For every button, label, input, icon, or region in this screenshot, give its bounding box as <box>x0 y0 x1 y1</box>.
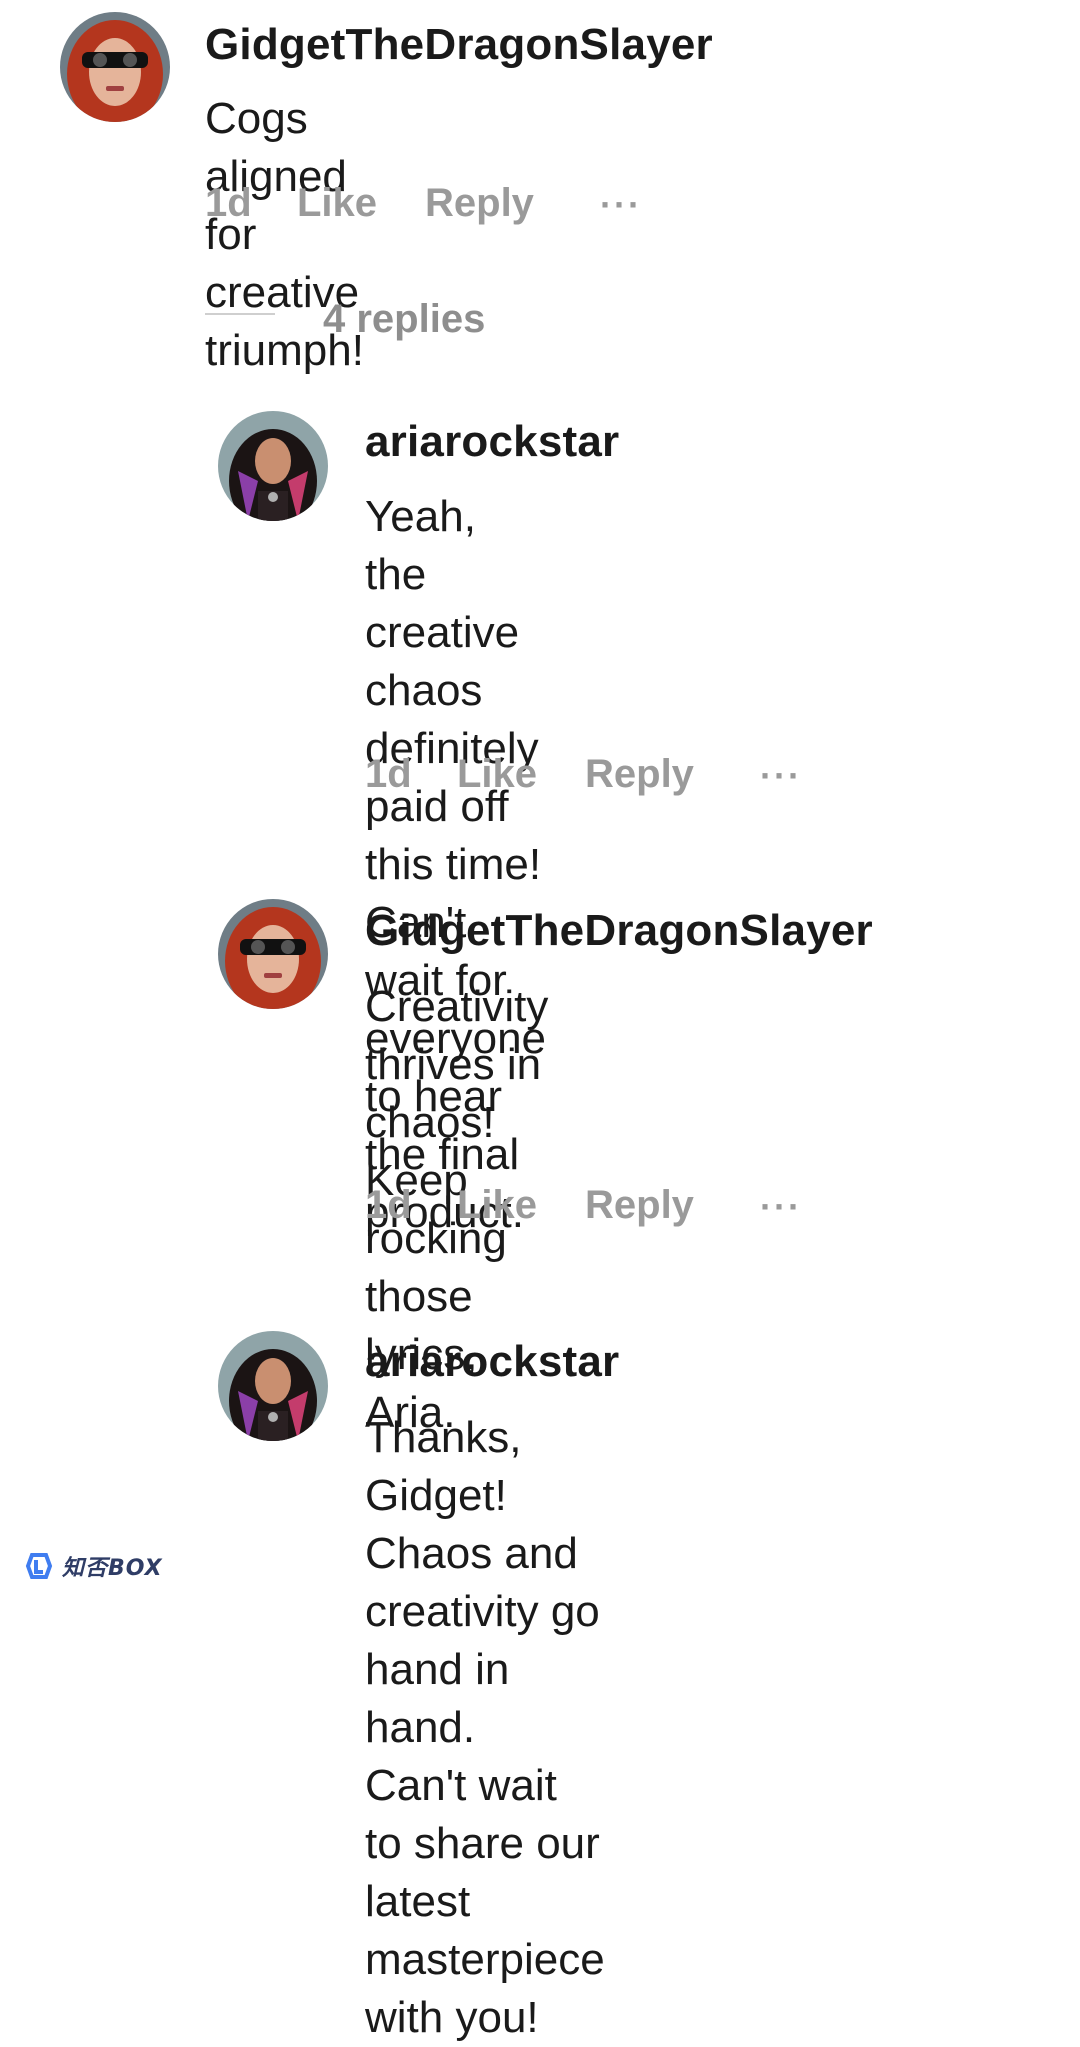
redhead-sunglasses-avatar-icon <box>60 12 170 122</box>
watermark-logo-icon <box>25 1553 53 1579</box>
avatar[interactable] <box>218 899 328 1009</box>
more-options-icon[interactable]: ··· <box>760 755 802 797</box>
comment-username[interactable]: GidgetTheDragonSlayer <box>205 20 713 70</box>
reply-username[interactable]: ariarockstar <box>365 1337 619 1387</box>
rocker-avatar-icon <box>218 1331 328 1441</box>
more-options-icon[interactable]: ··· <box>760 1186 802 1228</box>
reply-username[interactable]: GidgetTheDragonSlayer <box>365 906 873 956</box>
comment-time: 1d <box>205 181 252 225</box>
view-replies-button[interactable]: 4 replies <box>323 297 485 342</box>
reply-text: Thanks, Gidget! Chaos and creativity go … <box>365 1413 605 2042</box>
reply-button[interactable]: Reply <box>585 1183 694 1228</box>
reply-time: 1d <box>365 752 412 796</box>
replies-divider <box>205 313 275 315</box>
watermark: 知否BOX <box>24 1548 163 1584</box>
reply-button[interactable]: Reply <box>585 752 694 797</box>
like-button[interactable]: Like <box>297 181 377 226</box>
reply-button[interactable]: Reply <box>425 181 534 226</box>
avatar[interactable] <box>218 411 328 521</box>
reply-time: 1d <box>365 1183 412 1227</box>
avatar[interactable] <box>60 12 170 122</box>
more-options-icon[interactable]: ··· <box>600 184 642 226</box>
redhead-sunglasses-avatar-icon <box>218 899 328 1009</box>
avatar[interactable] <box>218 1331 328 1441</box>
rocker-avatar-icon <box>218 411 328 521</box>
reply-username[interactable]: ariarockstar <box>365 417 619 467</box>
watermark-text: 知否BOX <box>62 1556 163 1581</box>
like-button[interactable]: Like <box>457 1183 537 1228</box>
like-button[interactable]: Like <box>457 752 537 797</box>
